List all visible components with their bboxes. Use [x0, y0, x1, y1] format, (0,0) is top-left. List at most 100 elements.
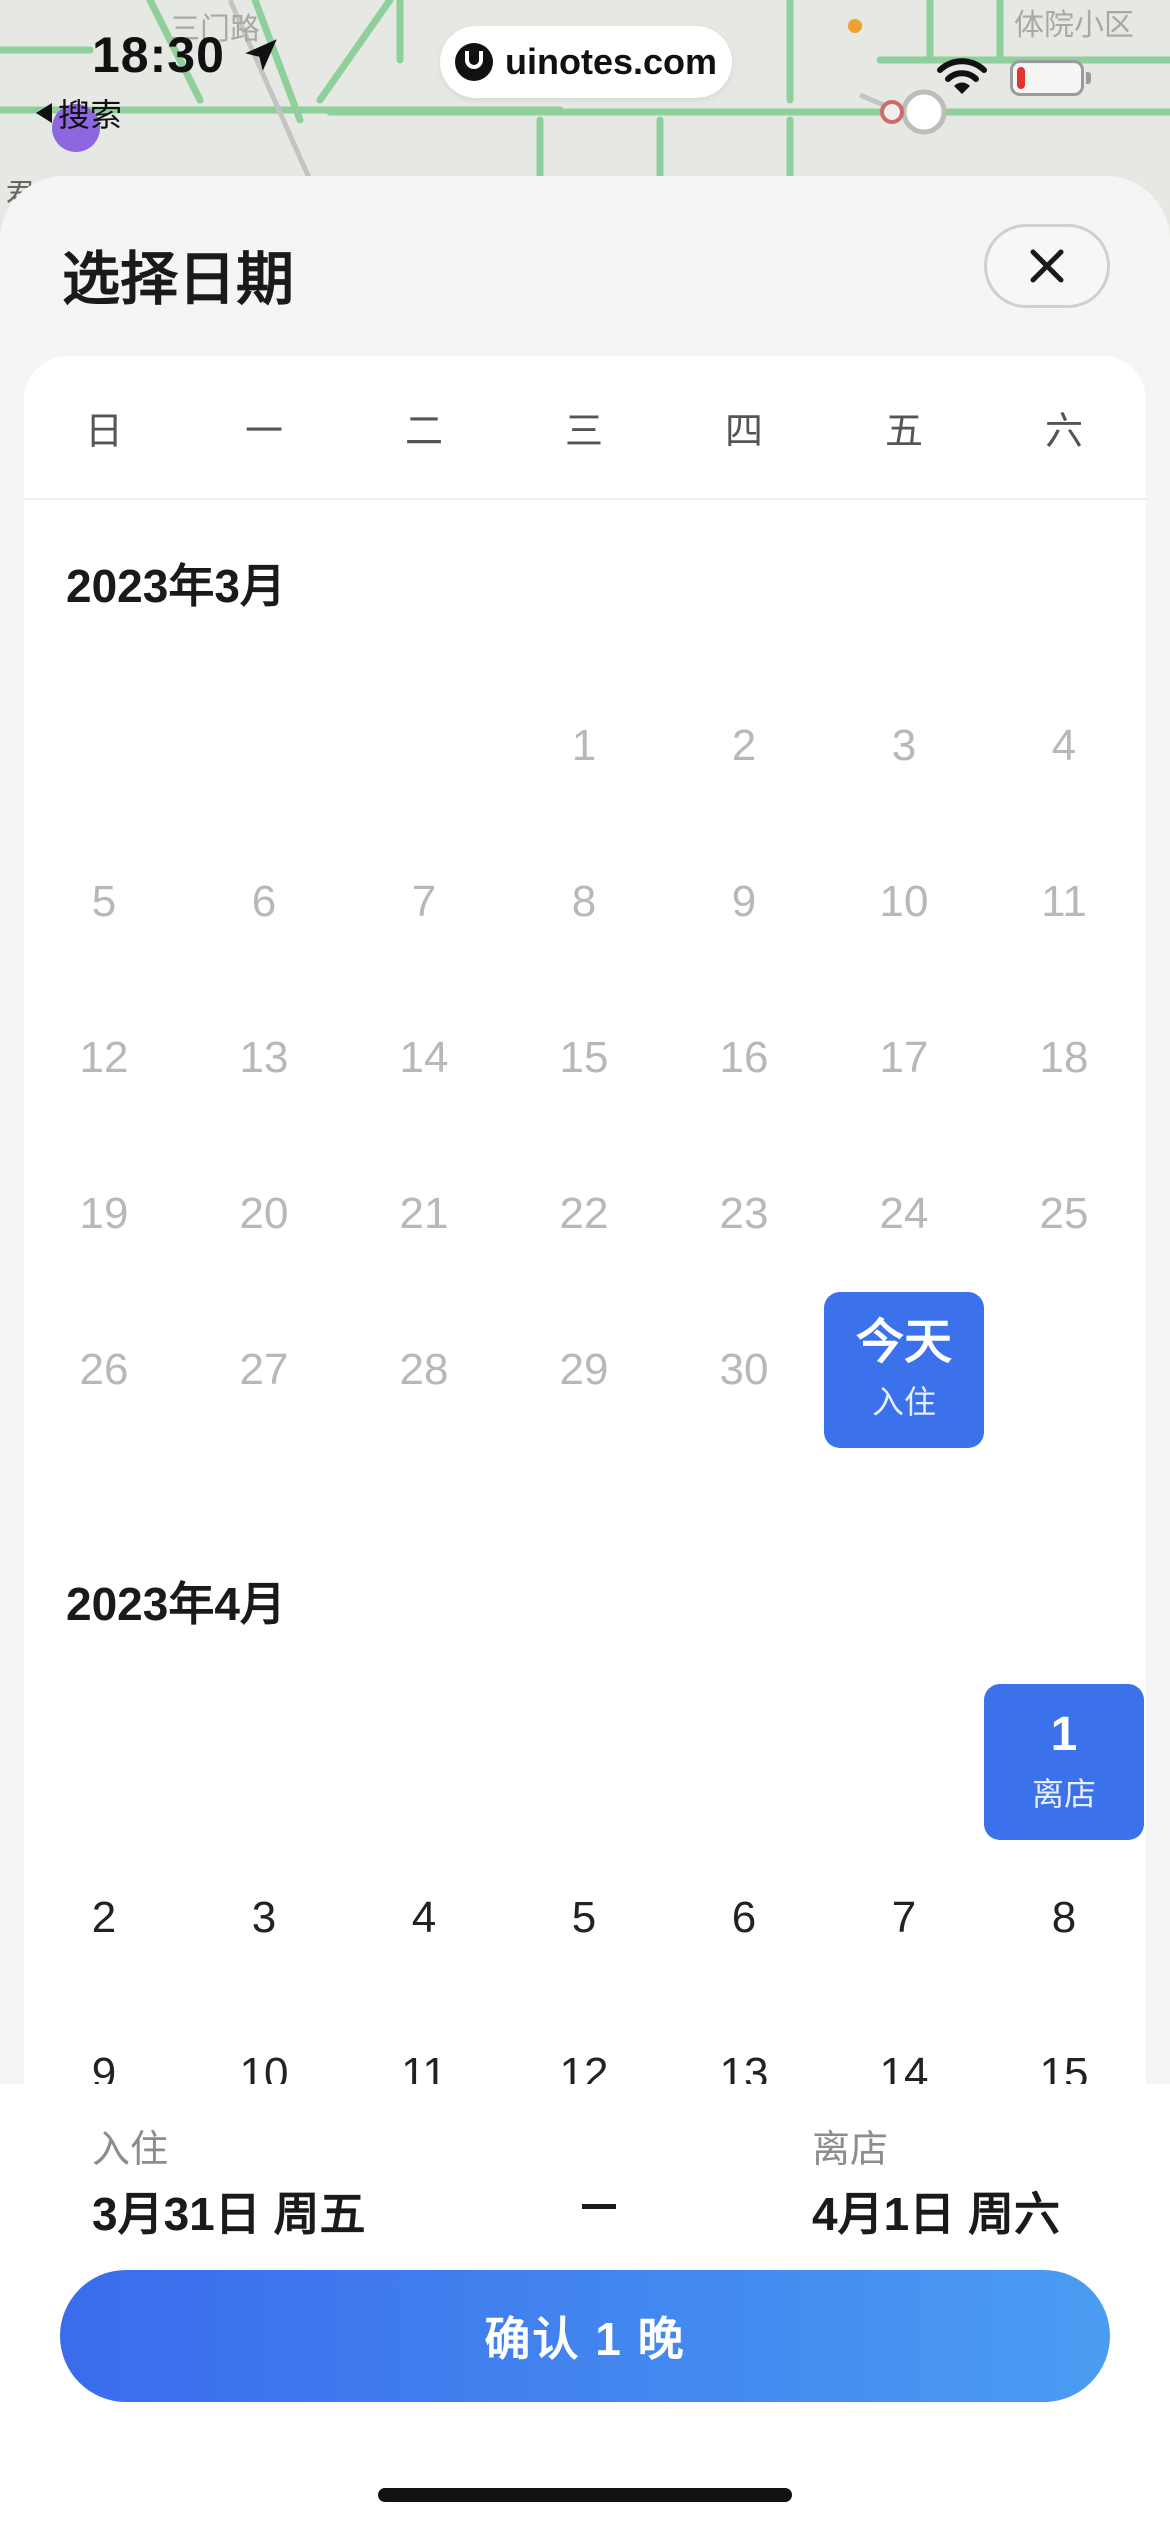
calendar-day: 1	[504, 668, 664, 824]
calendar-day-selected[interactable]: 今天 入住	[824, 1292, 984, 1448]
wifi-icon	[937, 58, 987, 94]
day-number: 30	[719, 1344, 769, 1394]
calendar-day: 9	[664, 824, 824, 980]
calendar-day: 20	[184, 1136, 344, 1292]
calendar-day: 5	[24, 824, 184, 980]
calendar-day: 29	[504, 1292, 664, 1448]
weekday-label: 三	[564, 411, 603, 453]
checkout-label: 离店	[812, 2129, 889, 2171]
booking-summary-bar: 入住 3月31日 周五 离店 4月1日 周六 确认 1 晚	[0, 2084, 1170, 2532]
calendar-card: 日一二三四五六 2023年3月 1 2 3 4 5 6 7 8 9 10 11 12 13 14 15 16 17…	[24, 356, 1146, 2256]
day-number: 21	[399, 1188, 449, 1238]
day-number: 8	[1051, 1892, 1077, 1942]
calendar-day[interactable]: 2	[24, 1840, 184, 1996]
day-number: 22	[559, 1188, 609, 1238]
month-title: 2023年3月	[66, 560, 286, 612]
calendar-day: 6	[184, 824, 344, 980]
calendar-day: 17	[824, 980, 984, 1136]
calendar-day: 14	[344, 980, 504, 1136]
day-number: 今天	[855, 1315, 952, 1369]
calendar-day[interactable]: 8	[984, 1840, 1144, 1996]
weekday-label: 四	[724, 411, 763, 453]
day-number: 3	[251, 1892, 277, 1942]
day-number: 1	[1050, 1707, 1078, 1761]
back-to-search-link[interactable]: 搜索	[36, 90, 122, 136]
day-number: 7	[411, 876, 437, 926]
calendar-day-selected[interactable]: 1 离店	[984, 1684, 1144, 1840]
day-number: 15	[559, 1032, 609, 1082]
battery-icon	[1010, 60, 1091, 96]
date-range-dash	[582, 2204, 616, 2209]
weekday-label: 二	[404, 411, 443, 453]
day-number: 13	[239, 1032, 289, 1082]
day-number: 28	[399, 1344, 449, 1394]
calendar-day: 27	[184, 1292, 344, 1448]
day-number: 12	[79, 1032, 129, 1082]
day-number: 4	[1051, 720, 1077, 770]
day-number: 9	[731, 876, 757, 926]
calendar-day[interactable]: 3	[184, 1840, 344, 1996]
confirm-button[interactable]: 确认 1 晚	[60, 2270, 1110, 2402]
calendar-day: 15	[504, 980, 664, 1136]
day-number: 19	[79, 1188, 129, 1238]
day-number: 20	[239, 1188, 289, 1238]
day-number: 27	[239, 1344, 289, 1394]
day-number: 29	[559, 1344, 609, 1394]
location-arrow-icon	[245, 39, 277, 71]
sheet-title: 选择日期	[62, 247, 295, 312]
day-number: 8	[571, 876, 597, 926]
day-sub-label: 入住	[871, 1384, 936, 1421]
calendar-day[interactable]: 7	[824, 1840, 984, 1996]
weekday-header: 日一二三四五六	[24, 356, 1146, 500]
calendar-day: 2	[664, 668, 824, 824]
calendar-day[interactable]: 4	[344, 1840, 504, 1996]
uinotes-logo-icon	[454, 43, 493, 81]
day-number: 25	[1039, 1188, 1089, 1238]
calendar-day: 12	[24, 980, 184, 1136]
calendar-day: 7	[344, 824, 504, 980]
day-number: 18	[1039, 1032, 1089, 1082]
day-number: 14	[399, 1032, 449, 1082]
calendar-day: 23	[664, 1136, 824, 1292]
day-number: 6	[251, 876, 277, 926]
weekday-label: 一	[244, 411, 283, 453]
close-button[interactable]	[984, 224, 1110, 308]
calendar-day: 3	[824, 668, 984, 824]
day-number: 3	[891, 720, 917, 770]
calendar-day: 25	[984, 1136, 1144, 1292]
day-number: 26	[79, 1344, 129, 1394]
map-label-district: 体院小区	[1014, 9, 1134, 42]
back-triangle-icon	[36, 103, 52, 123]
calendar-day: 21	[344, 1136, 504, 1292]
day-number: 11	[1041, 876, 1087, 926]
calendar-day: 13	[184, 980, 344, 1136]
url-pill[interactable]: uinotes.com	[440, 26, 732, 98]
calendar-day: 18	[984, 980, 1144, 1136]
calendar-day[interactable]: 6	[664, 1840, 824, 1996]
day-number: 10	[879, 876, 929, 926]
calendar-day: 19	[24, 1136, 184, 1292]
checkout-value: 4月1日 周六	[812, 2188, 1060, 2240]
day-sub-label: 离店	[1031, 1776, 1096, 1813]
calendar-day: 10	[824, 824, 984, 980]
calendar-day[interactable]: 5	[504, 1840, 664, 1996]
day-number: 6	[731, 1892, 757, 1942]
day-number: 17	[879, 1032, 929, 1082]
day-number: 24	[879, 1188, 929, 1238]
day-number: 2	[91, 1892, 117, 1942]
calendar-day: 22	[504, 1136, 664, 1292]
month-title: 2023年4月	[66, 1578, 286, 1630]
day-number: 4	[411, 1892, 437, 1942]
day-number: 1	[571, 720, 597, 770]
url-text: uinotes.com	[504, 41, 718, 82]
weekday-label: 五	[884, 411, 923, 453]
back-link-label: 搜索	[58, 97, 123, 133]
checkin-label: 入住	[92, 2129, 169, 2171]
calendar-day: 30	[664, 1292, 824, 1448]
day-number: 23	[719, 1188, 769, 1238]
calendar-day: 28	[344, 1292, 504, 1448]
home-indicator	[378, 2488, 792, 2502]
day-number: 2	[731, 720, 757, 770]
close-icon	[1030, 249, 1064, 283]
battery-level	[1017, 67, 1025, 89]
